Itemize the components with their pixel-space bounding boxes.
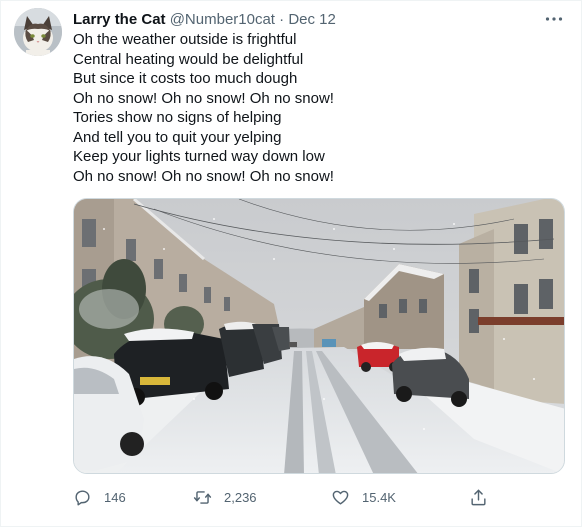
tweet-media-photo[interactable]: [73, 198, 565, 474]
tweet-header: Larry the Cat @Number10cat · Dec 12: [73, 10, 565, 30]
retweet-icon: [193, 490, 212, 504]
author-name[interactable]: Larry the Cat: [73, 11, 166, 28]
more-options-button[interactable]: [543, 8, 565, 30]
share-icon: [471, 489, 486, 505]
tweet-line: Oh no snow! Oh no snow! Oh no snow!: [73, 89, 334, 107]
tweet-line: And tell you to quit your yelping: [73, 128, 282, 146]
reply-icon: [75, 489, 90, 505]
retweet-count: 2,236: [224, 489, 257, 505]
reply-count: 146: [104, 489, 126, 505]
tweet-action-bar: 146 2,236 15.4K: [73, 485, 493, 509]
tweet-date[interactable]: Dec 12: [288, 11, 336, 28]
tweet-line: Oh no snow! Oh no snow! Oh no snow!: [73, 167, 334, 185]
tweet-text: Oh the weather outside is frightful Cent…: [73, 30, 563, 186]
tweet-line: Tories show no signs of helping: [73, 109, 282, 126]
avatar[interactable]: [14, 8, 62, 56]
retweet-button[interactable]: 2,236: [193, 485, 257, 509]
snowy-street-image: [74, 199, 564, 473]
reply-button[interactable]: 146: [73, 485, 126, 509]
tweet-line: Central heating would be delightful: [73, 50, 304, 68]
like-count: 15.4K: [362, 489, 396, 505]
tweet-line: Keep your lights turned way down low: [73, 148, 325, 165]
tweet-line: But since it costs too much dough: [73, 70, 298, 87]
share-button[interactable]: [469, 485, 488, 509]
like-button[interactable]: 15.4K: [331, 485, 396, 509]
tweet-card: Larry the Cat @Number10cat · Dec 12 Oh t…: [0, 0, 582, 527]
tweet-line: Oh the weather outside is frightful: [73, 31, 297, 48]
author-handle[interactable]: @Number10cat: [170, 11, 275, 28]
heart-icon: [332, 490, 349, 505]
more-icon: [545, 17, 563, 21]
cat-avatar-image: [14, 8, 62, 56]
separator-dot: ·: [279, 11, 285, 28]
